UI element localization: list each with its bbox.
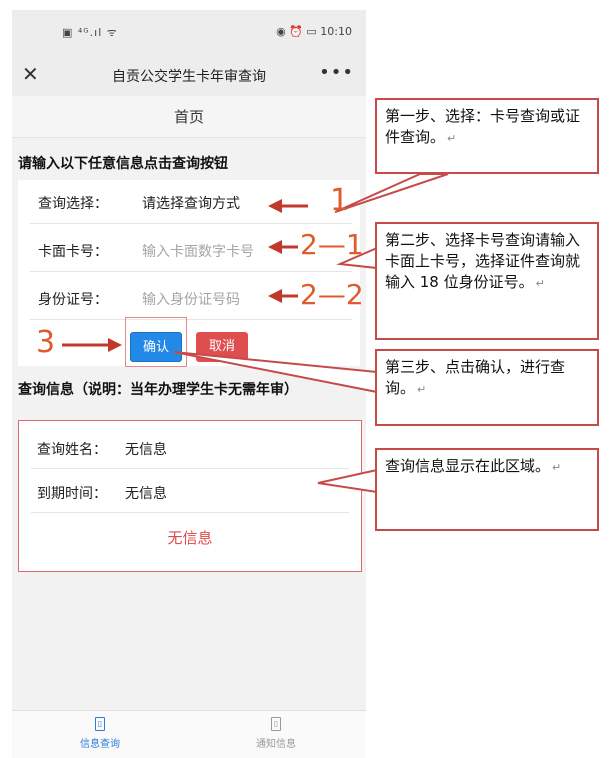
tab-notification[interactable]: ▯ 通知信息 [226, 717, 326, 750]
callout-step2: 第二步、选择卡号查询请输入卡面上卡号，选择证件查询就输入 18 位身份证号。 ↵ [375, 222, 599, 340]
tab-notification-label: 通知信息 [256, 739, 296, 750]
info-section-title: 查询信息（说明：当年办理学生卡无需年审） [18, 382, 298, 398]
tab-info-query[interactable]: ▯ 信息查询 [50, 717, 150, 750]
callout-step1: 第一步、选择：卡号查询或证件查询。 ↵ [375, 98, 599, 174]
cancel-button[interactable]: 取消 [196, 332, 248, 362]
tab-bar: ▯ 信息查询 ▯ 通知信息 [12, 710, 366, 758]
marker-1: 1 [330, 183, 350, 218]
enter-mark: ↵ [552, 461, 562, 474]
marker-3: 3 [36, 325, 56, 360]
status-time: 10:10 [320, 25, 352, 38]
home-tab[interactable]: 首页 [12, 96, 366, 138]
card-number-input[interactable]: 输入卡面数字卡号 [142, 241, 254, 261]
id-number-label: 身份证号： [38, 292, 108, 308]
expiry-row: 到期时间： 无信息 [31, 471, 349, 513]
annotated-screenshot: ▣ ⁴ᴳ.ıl ᯤ ◉ ⏰ ▭ 10:10 ✕ 自贡公交学生卡年审查询 ••• … [0, 0, 610, 758]
info-box: 查询姓名： 无信息 到期时间： 无信息 无信息 [18, 420, 362, 572]
phone-screen: ▣ ⁴ᴳ.ıl ᯤ ◉ ⏰ ▭ 10:10 ✕ 自贡公交学生卡年审查询 ••• … [12, 10, 366, 758]
query-type-row[interactable]: 查询选择： 请选择查询方式 [30, 180, 352, 224]
status-right-icons: ◉ ⏰ ▭ [276, 25, 317, 38]
result-text: 无信息 [167, 529, 213, 547]
notification-icon: ▯ [271, 717, 281, 731]
card-number-label: 卡面卡号： [38, 244, 108, 260]
expiry-value: 无信息 [125, 486, 167, 502]
query-type-select[interactable]: 请选择查询方式 [142, 193, 240, 213]
marker-2-1: 2—1 [300, 228, 364, 261]
callout-step4: 查询信息显示在此区域。 ↵ [375, 448, 599, 531]
nav-bar: ✕ 自贡公交学生卡年审查询 ••• [12, 52, 366, 96]
callout-step2-text: 第二步、选择卡号查询请输入卡面上卡号，选择证件查询就输入 18 位身份证号。 [385, 231, 581, 291]
status-bar: ▣ ⁴ᴳ.ıl ᯤ ◉ ⏰ ▭ 10:10 [12, 10, 366, 52]
enter-mark: ↵ [535, 277, 545, 290]
expiry-label: 到期时间： [37, 486, 107, 502]
enter-mark: ↵ [417, 383, 427, 396]
name-row: 查询姓名： 无信息 [31, 427, 349, 469]
marker-2-2: 2—2 [300, 278, 364, 311]
page-title: 自贡公交学生卡年审查询 [112, 69, 266, 85]
query-type-label: 查询选择： [38, 196, 108, 212]
callout-step3: 第三步、点击确认，进行查询。 ↵ [375, 349, 599, 426]
query-form: 查询选择： 请选择查询方式 卡面卡号： 输入卡面数字卡号 身份证号： 输入身份证… [18, 180, 360, 366]
form-prompt: 请输入以下任意信息点击查询按钮 [18, 156, 228, 172]
enter-mark: ↵ [447, 132, 457, 145]
confirm-highlight-frame [125, 317, 187, 367]
callout-step1-text: 第一步、选择：卡号查询或证件查询。 [385, 107, 581, 146]
more-icon[interactable]: ••• [319, 62, 354, 83]
status-right: ◉ ⏰ ▭ 10:10 [276, 25, 352, 38]
callout-step3-text: 第三步、点击确认，进行查询。 [385, 358, 566, 397]
name-label: 查询姓名： [37, 442, 107, 458]
id-number-input[interactable]: 输入身份证号码 [142, 289, 240, 309]
status-left-icons: ▣ ⁴ᴳ.ıl ᯤ [62, 26, 118, 39]
callout-step4-text: 查询信息显示在此区域。 [385, 457, 551, 475]
tab-info-query-label: 信息查询 [80, 739, 120, 750]
info-query-icon: ▯ [95, 717, 105, 731]
name-value: 无信息 [125, 442, 167, 458]
